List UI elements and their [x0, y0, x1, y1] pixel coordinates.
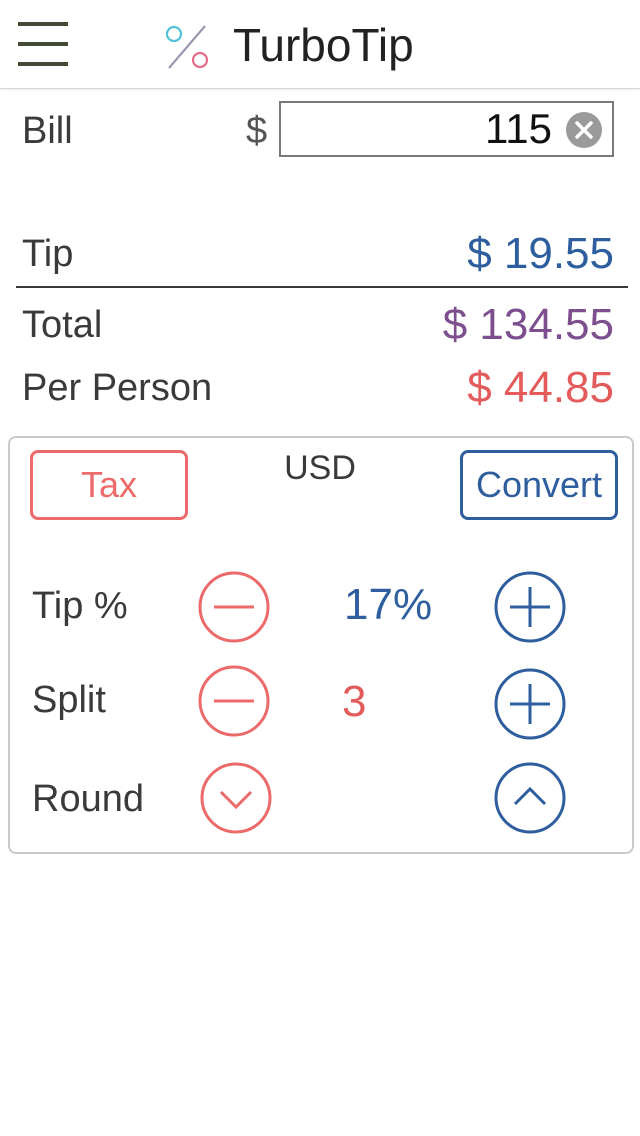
- total-amount: $ 134.55: [442, 300, 614, 349]
- tip-percent-label: Tip %: [32, 585, 128, 627]
- split-decrease-minus-icon[interactable]: [198, 665, 270, 737]
- convert-button[interactable]: Convert: [460, 450, 618, 520]
- per-person-amount: $ 44.85: [467, 363, 614, 412]
- tax-button[interactable]: Tax: [30, 450, 188, 520]
- bill-currency-symbol: $: [246, 110, 268, 152]
- controls-panel: Tax USD Convert Tip % 17% Split 3 Round: [8, 436, 634, 854]
- round-up-chevron-icon[interactable]: [494, 762, 566, 834]
- split-label: Split: [32, 679, 106, 721]
- tip-increase-plus-icon[interactable]: [494, 571, 566, 643]
- round-down-chevron-icon[interactable]: [200, 762, 272, 834]
- split-increase-plus-icon[interactable]: [494, 668, 566, 740]
- percent-logo-icon: [165, 25, 209, 69]
- bill-label: Bill: [22, 110, 73, 152]
- per-person-label: Per Person: [22, 367, 213, 409]
- round-label: Round: [32, 778, 144, 820]
- bill-input-container: [279, 101, 614, 157]
- bill-input[interactable]: [287, 105, 552, 153]
- app-title: TurboTip: [233, 19, 414, 71]
- tip-label: Tip: [22, 233, 74, 275]
- hamburger-menu-icon[interactable]: [18, 22, 68, 66]
- tip-percent-value: 17%: [344, 580, 433, 629]
- divider: [16, 286, 628, 288]
- app-header: TurboTip: [0, 0, 640, 89]
- clear-icon[interactable]: [566, 112, 602, 148]
- tip-amount: $ 19.55: [467, 229, 614, 278]
- total-label: Total: [22, 304, 103, 346]
- tip-decrease-minus-icon[interactable]: [198, 571, 270, 643]
- currency-code: USD: [284, 449, 356, 487]
- split-value: 3: [342, 677, 367, 726]
